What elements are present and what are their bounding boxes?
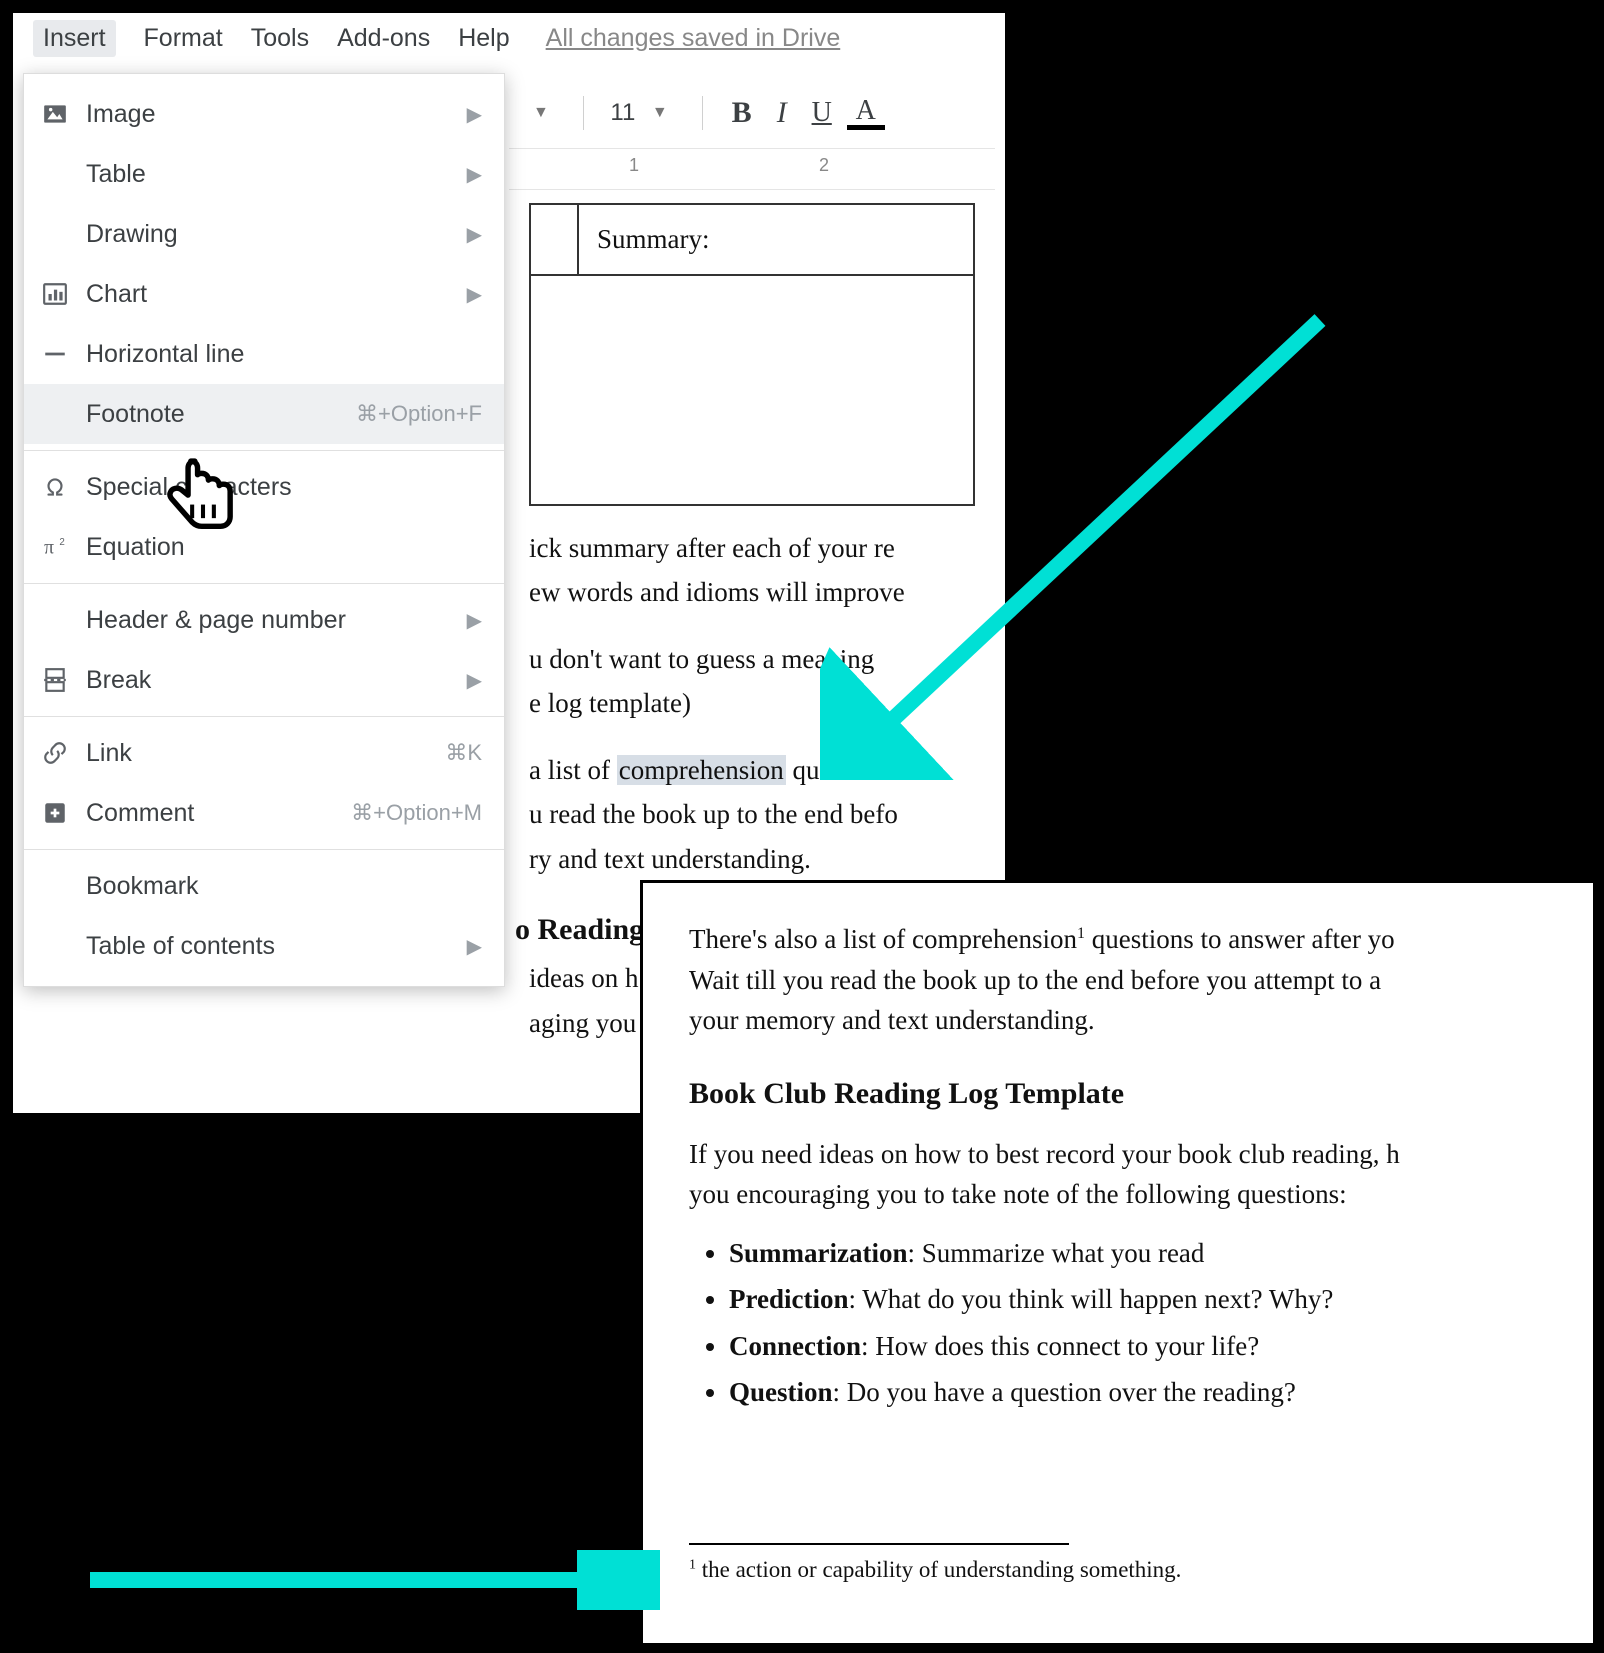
body-text: ry and text understanding. bbox=[509, 837, 995, 882]
body-text: e log template) bbox=[509, 681, 995, 726]
body-text: you encouraging you to take note of the … bbox=[689, 1174, 1563, 1215]
menu-item-footnote[interactable]: Footnote ⌘+Option+F bbox=[24, 384, 504, 444]
submenu-arrow-icon: ▶ bbox=[467, 934, 482, 959]
insert-menu-dropdown: Image ▶ Table ▶ Drawing ▶ Chart ▶ bbox=[23, 73, 505, 987]
body-text: u don't want to guess a meaning bbox=[509, 637, 995, 682]
link-icon bbox=[42, 740, 86, 766]
body-text: a list of comprehension questions bbox=[509, 748, 995, 793]
submenu-arrow-icon: ▶ bbox=[467, 608, 482, 633]
body-text: your memory and text understanding. bbox=[689, 1000, 1563, 1041]
svg-text:π: π bbox=[44, 538, 54, 559]
menu-insert[interactable]: Insert bbox=[33, 20, 116, 57]
list-item: Question: Do you have a question over th… bbox=[729, 1372, 1563, 1413]
caret-down-icon[interactable]: ▼ bbox=[533, 104, 549, 122]
toolbar: ▼ 11 ▼ B I U A bbox=[509, 83, 1005, 143]
menu-help[interactable]: Help bbox=[458, 24, 509, 53]
menu-item-table-of-contents[interactable]: Table of contents ▶ bbox=[24, 916, 504, 976]
menu-item-bookmark[interactable]: Bookmark bbox=[24, 856, 504, 916]
menu-separator bbox=[24, 450, 504, 451]
list-item: Connection: How does this connect to you… bbox=[729, 1326, 1563, 1367]
annotation-arrow bbox=[80, 1550, 660, 1610]
document-preview: There's also a list of comprehension1 qu… bbox=[640, 880, 1596, 1646]
body-text: Wait till you read the book up to the en… bbox=[689, 960, 1563, 1001]
bold-button[interactable]: B bbox=[727, 96, 757, 130]
menu-item-header-page-number[interactable]: Header & page number ▶ bbox=[24, 590, 504, 650]
menu-separator bbox=[24, 716, 504, 717]
horizontal-line-icon bbox=[42, 341, 86, 367]
summary-table: Summary: bbox=[529, 203, 975, 506]
submenu-arrow-icon: ▶ bbox=[467, 102, 482, 127]
ruler: 1 2 bbox=[509, 148, 995, 190]
submenu-arrow-icon: ▶ bbox=[467, 222, 482, 247]
menu-tools[interactable]: Tools bbox=[251, 24, 309, 53]
toolbar-separator bbox=[702, 96, 703, 130]
body-text: ick summary after each of your re bbox=[509, 526, 995, 571]
list-item: Summarization: Summarize what you read bbox=[729, 1233, 1563, 1274]
underline-button[interactable]: U bbox=[807, 97, 837, 129]
image-icon bbox=[42, 101, 86, 127]
menu-item-drawing[interactable]: Drawing ▶ bbox=[24, 204, 504, 264]
keyboard-shortcut: ⌘+Option+M bbox=[351, 800, 482, 826]
chart-icon bbox=[42, 281, 86, 307]
bullet-list: Summarization: Summarize what you read P… bbox=[729, 1233, 1563, 1413]
caret-down-icon[interactable]: ▼ bbox=[652, 104, 668, 122]
page-break-icon bbox=[42, 667, 86, 693]
menu-format[interactable]: Format bbox=[144, 24, 223, 53]
body-text: There's also a list of comprehension1 qu… bbox=[689, 919, 1563, 960]
body-text: ew words and idioms will improve bbox=[509, 570, 995, 615]
submenu-arrow-icon: ▶ bbox=[467, 282, 482, 307]
ruler-tick: 1 bbox=[629, 155, 639, 176]
menu-separator bbox=[24, 849, 504, 850]
keyboard-shortcut: ⌘+Option+F bbox=[356, 401, 482, 427]
save-status: All changes saved in Drive bbox=[546, 24, 841, 53]
font-size-value[interactable]: 11 bbox=[608, 99, 638, 127]
body-text: If you need ideas on how to best record … bbox=[689, 1134, 1563, 1175]
menu-item-horizontal-line[interactable]: Horizontal line bbox=[24, 324, 504, 384]
italic-button[interactable]: I bbox=[767, 96, 797, 130]
body-text: u read the book up to the end befo bbox=[509, 792, 995, 837]
svg-text:2: 2 bbox=[59, 537, 64, 548]
keyboard-shortcut: ⌘K bbox=[445, 740, 482, 766]
menu-item-link[interactable]: Link ⌘K bbox=[24, 723, 504, 783]
menu-item-image[interactable]: Image ▶ bbox=[24, 84, 504, 144]
text-color-button[interactable]: A bbox=[847, 97, 885, 130]
footnote-separator bbox=[689, 1543, 1069, 1545]
submenu-arrow-icon: ▶ bbox=[467, 162, 482, 187]
menu-item-comment[interactable]: Comment ⌘+Option+M bbox=[24, 783, 504, 843]
pi-icon: π2 bbox=[42, 534, 86, 560]
summary-label: Summary: bbox=[597, 224, 710, 254]
menu-item-break[interactable]: Break ▶ bbox=[24, 650, 504, 710]
footnote-marker: 1 bbox=[1077, 925, 1085, 942]
list-item: Prediction: What do you think will happe… bbox=[729, 1279, 1563, 1320]
selected-text: comprehension bbox=[617, 755, 786, 785]
heading: Book Club Reading Log Template bbox=[689, 1071, 1563, 1116]
ruler-tick: 2 bbox=[819, 155, 829, 176]
submenu-arrow-icon: ▶ bbox=[467, 668, 482, 693]
menubar: Insert Format Tools Add-ons Help All cha… bbox=[13, 13, 1005, 63]
footnote-text: 1 the action or capability of understand… bbox=[689, 1553, 1563, 1588]
toolbar-separator bbox=[583, 96, 584, 130]
menu-item-special-characters[interactable]: Special characters bbox=[24, 457, 504, 517]
comment-icon bbox=[42, 800, 86, 826]
menu-separator bbox=[24, 583, 504, 584]
omega-icon bbox=[42, 474, 86, 500]
menu-item-chart[interactable]: Chart ▶ bbox=[24, 264, 504, 324]
menu-item-table[interactable]: Table ▶ bbox=[24, 144, 504, 204]
menu-item-equation[interactable]: π2 Equation bbox=[24, 517, 504, 577]
menu-addons[interactable]: Add-ons bbox=[337, 24, 430, 53]
